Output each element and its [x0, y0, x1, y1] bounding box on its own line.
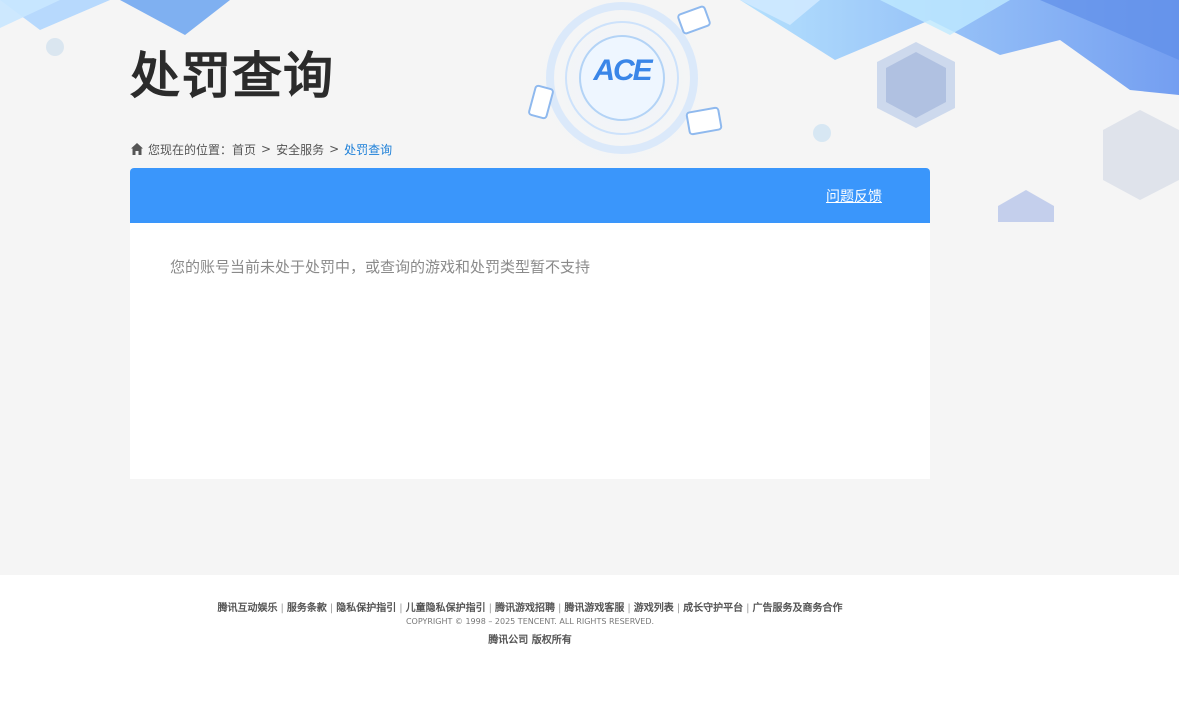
panel-header: 问题反馈 [130, 168, 930, 223]
company-text: 腾讯公司 版权所有 [488, 635, 572, 646]
breadcrumb: 您现在的位置： 首页 > 安全服务 > 处罚查询 [130, 141, 392, 157]
result-message: 您的账号当前未处于处罚中，或查询的游戏和处罚类型暂不支持 [170, 258, 591, 276]
page-title: 处罚查询 [130, 47, 334, 105]
feedback-link[interactable]: 问题反馈 [826, 186, 882, 206]
footer-link-terms[interactable]: 服务条款 [287, 603, 327, 614]
breadcrumb-security-link[interactable]: 安全服务 [276, 141, 324, 158]
footer-link-support[interactable]: 腾讯游戏客服 [564, 603, 624, 614]
footer-link-tencent-ent[interactable]: 腾讯互动娱乐 [218, 603, 278, 614]
footer: 腾讯互动娱乐 | 服务条款 | 隐私保护指引 | 儿童隐私保护指引 | 腾讯游戏招聘 | 腾讯游戏客… [0, 575, 1179, 701]
footer-link-child-privacy[interactable]: 儿童隐私保护指引 [406, 603, 486, 614]
breadcrumb-home-link[interactable]: 首页 [232, 141, 256, 158]
breadcrumb-prefix: 您现在的位置： [148, 142, 233, 157]
breadcrumb-separator: > [329, 142, 340, 156]
footer-link-game-list[interactable]: 游戏列表 [634, 603, 674, 614]
ace-logo: ACE [593, 54, 652, 87]
breadcrumb-separator: > [261, 142, 272, 156]
footer-link-ads[interactable]: 广告服务及商务合作 [753, 603, 843, 614]
footer-link-privacy[interactable]: 隐私保护指引 [336, 603, 396, 614]
result-panel: 问题反馈 您的账号当前未处于处罚中，或查询的游戏和处罚类型暂不支持 [130, 168, 930, 479]
breadcrumb-current: 处罚查询 [344, 142, 393, 157]
footer-link-growth-guard[interactable]: 成长守护平台 [683, 603, 743, 614]
home-icon [131, 143, 143, 155]
footer-link-jobs[interactable]: 腾讯游戏招聘 [495, 603, 555, 614]
copyright-text: COPYRIGHT © 1998 – 2025 TENCENT. ALL RIG… [405, 617, 655, 626]
footer-links: 腾讯互动娱乐 | 服务条款 | 隐私保护指引 | 儿童隐私保护指引 | 腾讯游戏招聘 | 腾讯游戏客… [217, 603, 843, 614]
